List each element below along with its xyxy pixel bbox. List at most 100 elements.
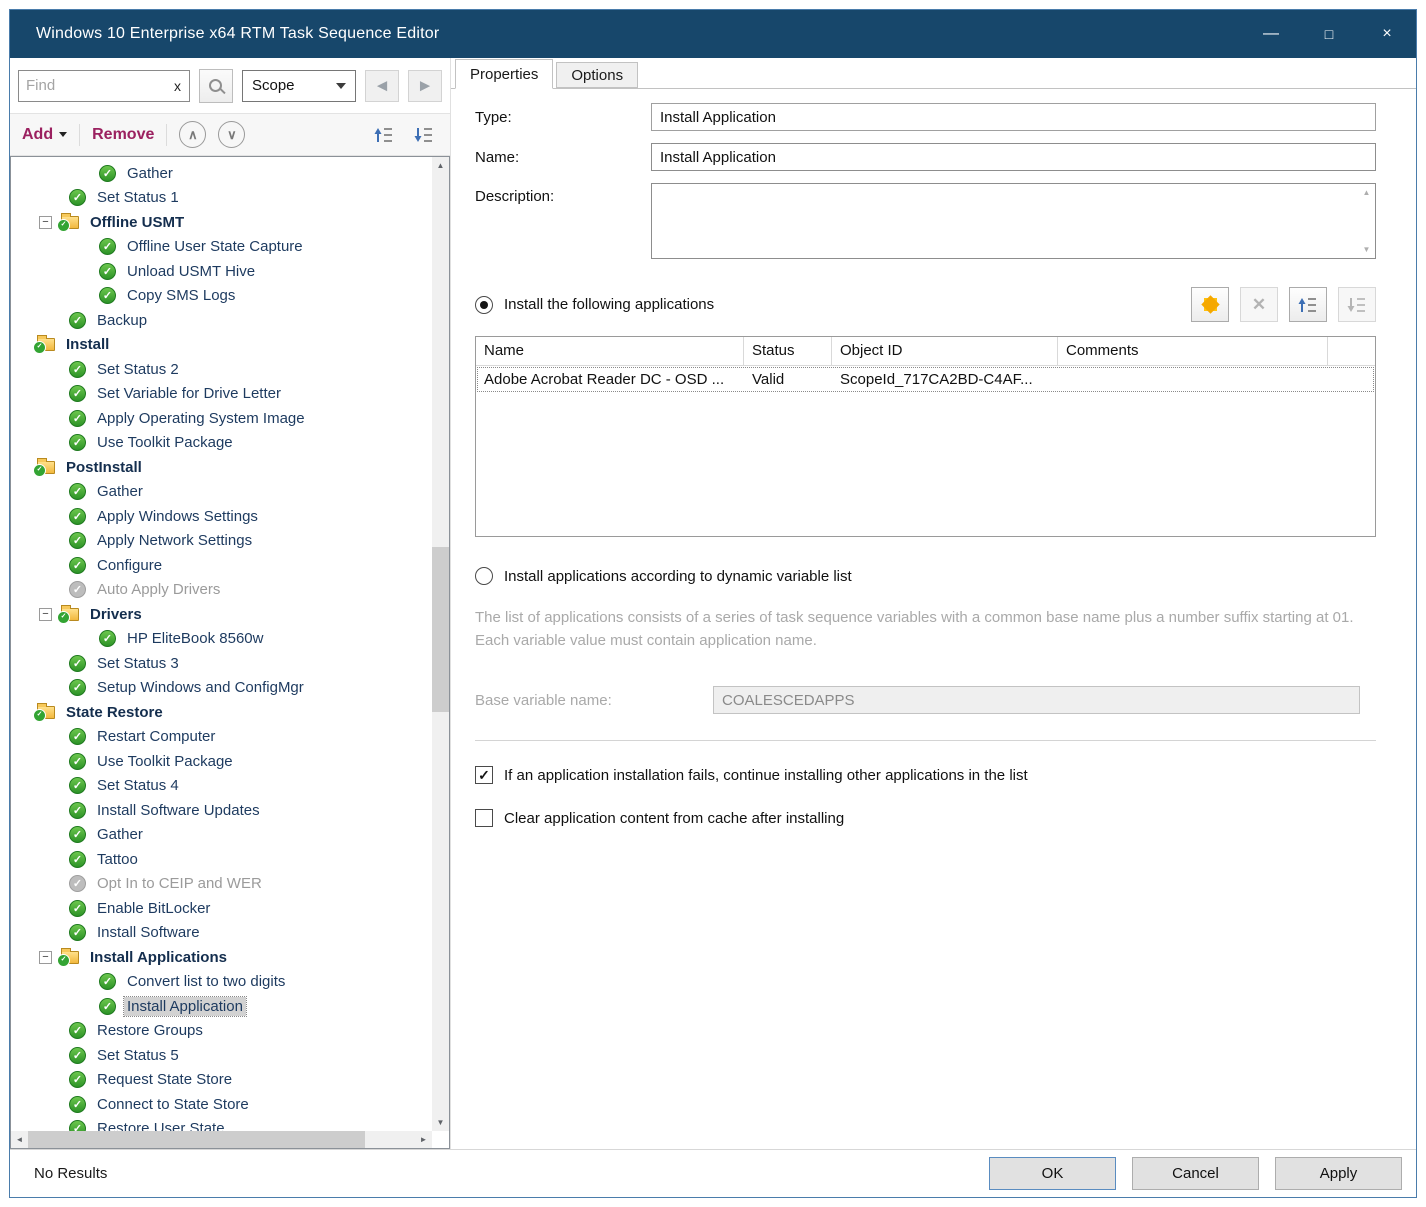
delete-application-button[interactable]: ✕	[1240, 287, 1278, 322]
close-button[interactable]: ×	[1358, 10, 1416, 58]
collapse-icon[interactable]: −	[39, 608, 52, 621]
collapse-icon[interactable]: −	[39, 951, 52, 964]
continue-on-fail-checkbox[interactable]: ✓	[475, 766, 493, 784]
remove-button[interactable]: Remove	[92, 126, 154, 144]
folder-icon	[61, 608, 79, 621]
column-header[interactable]: Status	[744, 337, 832, 365]
tree-item-label: Use Toolkit Package	[94, 752, 236, 771]
tree-item[interactable]: PostInstall	[11, 455, 449, 480]
tree-item[interactable]: Install Application	[11, 994, 449, 1019]
scroll-down-icon[interactable]: ▼	[1363, 245, 1371, 254]
tree-item[interactable]: Tattoo	[11, 847, 449, 872]
move-item-down-button[interactable]	[410, 121, 438, 149]
clear-cache-checkbox[interactable]	[475, 809, 493, 827]
scroll-up-icon[interactable]: ▲	[1363, 188, 1371, 197]
task-check-icon	[69, 508, 86, 525]
tree-item[interactable]: Auto Apply Drivers	[11, 578, 449, 603]
tree-item[interactable]: Setup Windows and ConfigMgr	[11, 676, 449, 701]
type-field[interactable]	[651, 103, 1376, 131]
tab-properties[interactable]: Properties	[455, 59, 553, 89]
tree-item[interactable]: Set Status 3	[11, 651, 449, 676]
cancel-button[interactable]: Cancel	[1132, 1157, 1259, 1190]
dynamic-list-radio[interactable]	[475, 567, 493, 585]
move-app-down-button[interactable]	[1338, 287, 1376, 322]
description-scrollbar[interactable]: ▲ ▼	[1358, 184, 1375, 258]
new-application-button[interactable]	[1191, 287, 1229, 322]
vertical-scroll-thumb[interactable]	[432, 547, 449, 713]
tree-item-label: HP EliteBook 8560w	[124, 629, 266, 648]
scope-dropdown[interactable]: Scope	[242, 70, 356, 102]
tree-item[interactable]: Unload USMT Hive	[11, 259, 449, 284]
scroll-up-icon[interactable]: ▲	[432, 157, 449, 174]
tree-item[interactable]: Set Status 1	[11, 186, 449, 211]
tree-item[interactable]: Install Software Updates	[11, 798, 449, 823]
tree-item[interactable]: Use Toolkit Package	[11, 431, 449, 456]
tree-item[interactable]: Gather	[11, 480, 449, 505]
maximize-button[interactable]: □	[1300, 10, 1358, 58]
move-item-up-button[interactable]	[370, 121, 398, 149]
description-text[interactable]	[652, 184, 1358, 258]
ok-button[interactable]: OK	[989, 1157, 1116, 1190]
tree-item[interactable]: Backup	[11, 308, 449, 333]
tree-item[interactable]: Use Toolkit Package	[11, 749, 449, 774]
tree-item[interactable]: −Offline USMT	[11, 210, 449, 235]
tree-item[interactable]: −Install Applications	[11, 945, 449, 970]
tree-item[interactable]: Set Status 4	[11, 774, 449, 799]
tree-item[interactable]: Install	[11, 333, 449, 358]
tree-item[interactable]: Configure	[11, 553, 449, 578]
tree-item[interactable]: Opt In to CEIP and WER	[11, 872, 449, 897]
tree-item[interactable]: Gather	[11, 161, 449, 186]
dynamic-list-radio-label: Install applications according to dynami…	[504, 568, 852, 585]
table-row[interactable]: Adobe Acrobat Reader DC - OSD ...ValidSc…	[476, 366, 1375, 393]
tree-item[interactable]: HP EliteBook 8560w	[11, 627, 449, 652]
collapse-all-button[interactable]: ∧	[179, 121, 206, 148]
tree-item[interactable]: Enable BitLocker	[11, 896, 449, 921]
search-button[interactable]	[199, 69, 233, 103]
expand-all-button[interactable]: ∨	[218, 121, 245, 148]
tree-item[interactable]: State Restore	[11, 700, 449, 725]
tree-item[interactable]: Request State Store	[11, 1068, 449, 1093]
column-header[interactable]: Object ID	[832, 337, 1058, 365]
tree-item[interactable]: Copy SMS Logs	[11, 284, 449, 309]
tree-item[interactable]: Set Status 5	[11, 1043, 449, 1068]
tree-item[interactable]: Restore Groups	[11, 1019, 449, 1044]
tree-item[interactable]: Set Variable for Drive Letter	[11, 382, 449, 407]
tree-item[interactable]: Connect to State Store	[11, 1092, 449, 1117]
tree-item[interactable]: Convert list to two digits	[11, 970, 449, 995]
find-previous-button[interactable]: ◄	[365, 70, 399, 102]
clear-find-button[interactable]: x	[166, 78, 189, 94]
scroll-down-icon[interactable]: ▼	[432, 1114, 449, 1131]
tree-item[interactable]: Apply Operating System Image	[11, 406, 449, 431]
find-input[interactable]	[19, 77, 166, 94]
scroll-left-icon[interactable]: ◄	[11, 1131, 28, 1148]
column-header[interactable]: Comments	[1058, 337, 1328, 365]
column-header[interactable]: Name	[476, 337, 744, 365]
name-field[interactable]	[651, 143, 1376, 171]
tree-item[interactable]: Install Software	[11, 921, 449, 946]
horizontal-scroll-thumb[interactable]	[28, 1131, 365, 1148]
tree-item[interactable]: Restart Computer	[11, 725, 449, 750]
apply-button[interactable]: Apply	[1275, 1157, 1402, 1190]
install-list-radio[interactable]	[475, 296, 493, 314]
find-next-button[interactable]: ►	[408, 70, 442, 102]
minimize-button[interactable]: —	[1242, 10, 1300, 58]
tree-item[interactable]: Apply Network Settings	[11, 529, 449, 554]
collapse-icon[interactable]: −	[39, 216, 52, 229]
left-pane: x Scope ◄ ► Add	[10, 58, 450, 1149]
tab-options[interactable]: Options	[556, 62, 638, 88]
tree-item[interactable]: −Drivers	[11, 602, 449, 627]
tree-item[interactable]: Offline User State Capture	[11, 235, 449, 260]
tree-item[interactable]: Apply Windows Settings	[11, 504, 449, 529]
tree-item[interactable]: Gather	[11, 823, 449, 848]
move-app-up-button[interactable]	[1289, 287, 1327, 322]
scroll-right-icon[interactable]: ►	[415, 1131, 432, 1148]
add-button[interactable]: Add	[22, 126, 67, 144]
task-check-icon	[69, 655, 86, 672]
tree-vertical-scrollbar[interactable]: ▲ ▼	[432, 157, 449, 1131]
description-field[interactable]: ▲ ▼	[651, 183, 1376, 259]
task-check-icon	[99, 630, 116, 647]
folder-icon	[61, 951, 79, 964]
tree-horizontal-scrollbar[interactable]: ◄ ►	[11, 1131, 432, 1148]
tree-item[interactable]: Restore User State	[11, 1117, 449, 1132]
tree-item[interactable]: Set Status 2	[11, 357, 449, 382]
